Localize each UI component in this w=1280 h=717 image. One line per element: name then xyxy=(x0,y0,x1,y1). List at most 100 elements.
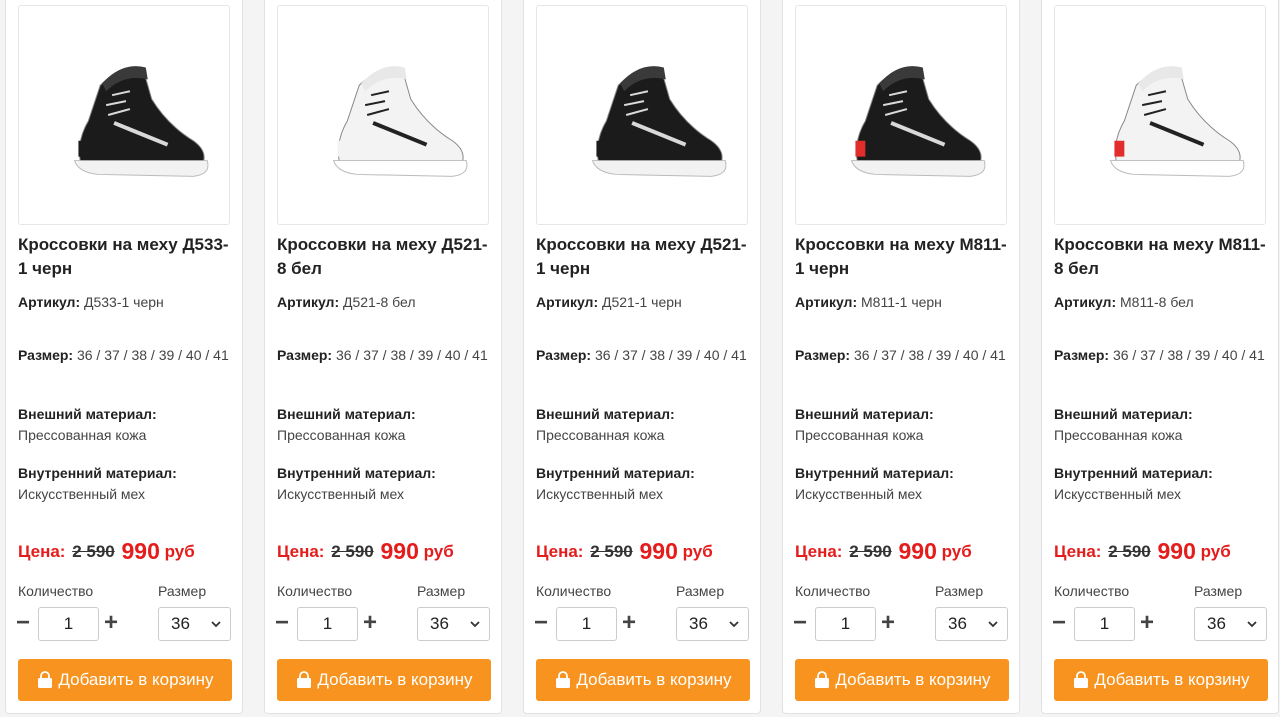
sizes-value: 36 / 37 / 38 / 39 / 40 / 41 xyxy=(853,347,1006,363)
size-select-label: Размер xyxy=(676,583,725,599)
size-select-label: Размер xyxy=(158,583,207,599)
plus-icon[interactable]: + xyxy=(620,611,638,635)
inner-material-value: Искусственный мех xyxy=(277,486,405,502)
chevron-down-icon xyxy=(988,621,998,628)
quantity-input[interactable] xyxy=(815,607,876,641)
product-title[interactable]: Кроссовки на меху Д521-8 бел xyxy=(277,233,493,281)
new-price: 990 xyxy=(380,538,419,564)
price-currency: руб xyxy=(423,542,454,561)
quantity-input[interactable] xyxy=(1074,607,1135,641)
add-to-cart-button[interactable]: Добавить в корзину xyxy=(536,659,750,701)
product-sku: Артикул: М811-1 черн xyxy=(795,292,1007,313)
outer-material-label: Внешний материал: xyxy=(536,406,675,422)
product-price: Цена: 2 590 990 руб xyxy=(18,538,195,565)
price-label: Цена: xyxy=(277,542,325,561)
product-title[interactable]: Кроссовки на меху М811-8 бел xyxy=(1054,233,1270,281)
quantity-input[interactable] xyxy=(556,607,617,641)
product-outer-material: Внешний материал: Прессованная кожа xyxy=(18,404,230,446)
old-price: 2 590 xyxy=(72,542,115,561)
product-outer-material: Внешний материал: Прессованная кожа xyxy=(277,404,489,446)
size-select[interactable]: 36 xyxy=(935,607,1008,641)
chevron-down-icon xyxy=(729,621,739,628)
size-select[interactable]: 36 xyxy=(158,607,231,641)
minus-icon[interactable]: − xyxy=(532,611,550,635)
minus-icon[interactable]: − xyxy=(791,611,809,635)
plus-icon[interactable]: + xyxy=(879,611,897,635)
product-card: Кроссовки на меху Д521-1 черн Артикул: Д… xyxy=(523,0,761,714)
product-inner-material: Внутренний материал: Искусственный мех xyxy=(536,463,748,505)
inner-material-label: Внутренний материал: xyxy=(18,465,177,481)
product-title[interactable]: Кроссовки на меху Д533-1 черн xyxy=(18,233,234,281)
product-title[interactable]: Кроссовки на меху М811-1 черн xyxy=(795,233,1011,281)
size-select[interactable]: 36 xyxy=(1194,607,1267,641)
minus-icon[interactable]: − xyxy=(14,611,32,635)
product-price: Цена: 2 590 990 руб xyxy=(795,538,972,565)
size-select[interactable]: 36 xyxy=(417,607,490,641)
product-inner-material: Внутренний материал: Искусственный мех xyxy=(18,463,230,505)
price-currency: руб xyxy=(164,542,195,561)
size-select-value: 36 xyxy=(430,614,449,633)
new-price: 990 xyxy=(1157,538,1196,564)
shopping-bag-icon xyxy=(38,671,53,688)
price-label: Цена: xyxy=(536,542,584,561)
plus-icon[interactable]: + xyxy=(102,611,120,635)
sizes-value: 36 / 37 / 38 / 39 / 40 / 41 xyxy=(1112,347,1265,363)
sneaker-icon xyxy=(796,45,1006,185)
add-to-cart-button[interactable]: Добавить в корзину xyxy=(18,659,232,701)
add-to-cart-button[interactable]: Добавить в корзину xyxy=(277,659,491,701)
size-select-label: Размер xyxy=(1194,583,1243,599)
price-label: Цена: xyxy=(795,542,843,561)
size-select[interactable]: 36 xyxy=(676,607,749,641)
sizes-label: Размер: xyxy=(536,347,592,363)
product-outer-material: Внешний материал: Прессованная кожа xyxy=(795,404,1007,446)
product-photo[interactable] xyxy=(18,5,230,225)
sneaker-icon xyxy=(1055,45,1265,185)
sku-value: М811-1 черн xyxy=(861,294,942,310)
sku-label: Артикул: xyxy=(795,294,858,310)
sizes-value: 36 / 37 / 38 / 39 / 40 / 41 xyxy=(594,347,747,363)
shopping-bag-icon xyxy=(1074,671,1089,688)
outer-material-value: Прессованная кожа xyxy=(795,427,924,443)
product-inner-material: Внутренний материал: Искусственный мех xyxy=(277,463,489,505)
outer-material-label: Внешний материал: xyxy=(18,406,157,422)
quantity-input[interactable] xyxy=(297,607,358,641)
add-to-cart-label: Добавить в корзину xyxy=(1094,670,1250,689)
product-price: Цена: 2 590 990 руб xyxy=(1054,538,1231,565)
product-price: Цена: 2 590 990 руб xyxy=(277,538,454,565)
sku-label: Артикул: xyxy=(536,294,599,310)
plus-icon[interactable]: + xyxy=(361,611,379,635)
price-currency: руб xyxy=(1200,542,1231,561)
chevron-down-icon xyxy=(211,621,221,628)
sizes-label: Размер: xyxy=(795,347,851,363)
add-to-cart-button[interactable]: Добавить в корзину xyxy=(1054,659,1268,701)
product-photo[interactable] xyxy=(1054,5,1266,225)
sku-label: Артикул: xyxy=(18,294,81,310)
product-price: Цена: 2 590 990 руб xyxy=(536,538,713,565)
add-to-cart-label: Добавить в корзину xyxy=(835,670,991,689)
product-photo[interactable] xyxy=(795,5,1007,225)
product-photo[interactable] xyxy=(536,5,748,225)
outer-material-label: Внешний материал: xyxy=(277,406,416,422)
chevron-down-icon xyxy=(470,621,480,628)
quantity-input[interactable] xyxy=(38,607,99,641)
product-photo[interactable] xyxy=(277,5,489,225)
add-to-cart-button[interactable]: Добавить в корзину xyxy=(795,659,1009,701)
outer-material-label: Внешний материал: xyxy=(795,406,934,422)
minus-icon[interactable]: − xyxy=(273,611,291,635)
outer-material-value: Прессованная кожа xyxy=(18,427,147,443)
shopping-bag-icon xyxy=(815,671,830,688)
product-sizes: Размер: 36 / 37 / 38 / 39 / 40 / 41 xyxy=(536,345,748,366)
quantity-label: Количество xyxy=(18,583,94,599)
inner-material-value: Искусственный мех xyxy=(18,486,146,502)
chevron-down-icon xyxy=(1247,621,1257,628)
minus-icon[interactable]: − xyxy=(1050,611,1068,635)
product-card: Кроссовки на меху М811-8 бел Артикул: М8… xyxy=(1041,0,1279,714)
inner-material-label: Внутренний материал: xyxy=(795,465,954,481)
plus-icon[interactable]: + xyxy=(1138,611,1156,635)
quantity-label: Количество xyxy=(795,583,871,599)
product-outer-material: Внешний материал: Прессованная кожа xyxy=(1054,404,1266,446)
product-title[interactable]: Кроссовки на меху Д521-1 черн xyxy=(536,233,752,281)
size-select-value: 36 xyxy=(1207,614,1226,633)
outer-material-label: Внешний материал: xyxy=(1054,406,1193,422)
sizes-value: 36 / 37 / 38 / 39 / 40 / 41 xyxy=(335,347,488,363)
